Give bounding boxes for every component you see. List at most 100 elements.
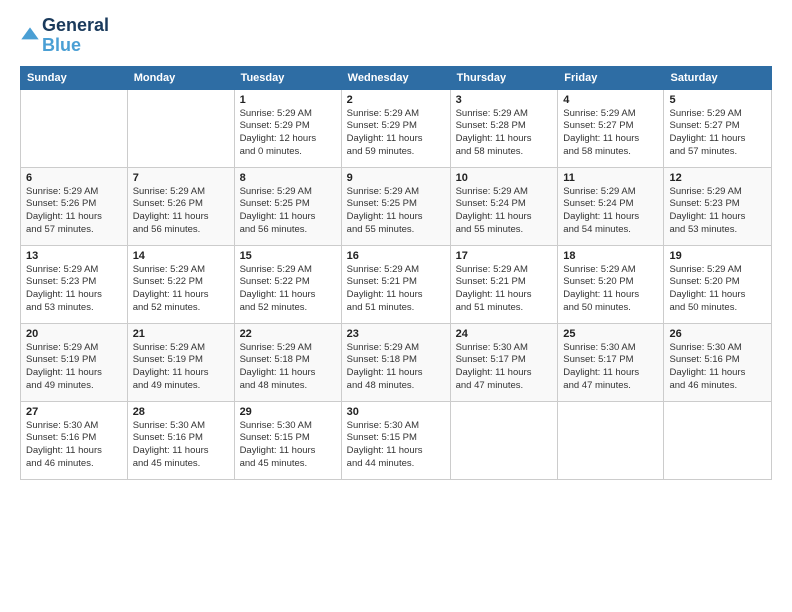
day-number: 8 bbox=[240, 172, 336, 184]
day-number: 15 bbox=[240, 250, 336, 262]
calendar-cell: 11 Sunrise: 5:29 AM Sunset: 5:24 PM Dayli… bbox=[558, 167, 664, 245]
day-number: 25 bbox=[563, 328, 658, 340]
day-number: 26 bbox=[669, 328, 766, 340]
day-number: 18 bbox=[563, 250, 658, 262]
calendar-cell: 14 Sunrise: 5:29 AM Sunset: 5:22 PM Dayli… bbox=[127, 245, 234, 323]
day-number: 23 bbox=[347, 328, 445, 340]
calendar-cell: 27 Sunrise: 5:30 AM Sunset: 5:16 PM Dayli… bbox=[21, 401, 128, 479]
day-number: 17 bbox=[456, 250, 553, 262]
day-number: 28 bbox=[133, 406, 229, 418]
day-number: 19 bbox=[669, 250, 766, 262]
day-info: Sunrise: 5:30 AM Sunset: 5:16 PM Dayligh… bbox=[669, 342, 766, 393]
week-row-4: 27 Sunrise: 5:30 AM Sunset: 5:16 PM Dayli… bbox=[21, 401, 772, 479]
calendar-cell: 22 Sunrise: 5:29 AM Sunset: 5:18 PM Dayli… bbox=[234, 323, 341, 401]
calendar-cell: 1 Sunrise: 5:29 AM Sunset: 5:29 PM Daylig… bbox=[234, 89, 341, 167]
calendar-cell: 5Sunrise: 5:29 AM Sunset: 5:27 PM Daylig… bbox=[664, 89, 772, 167]
day-number: 1 bbox=[240, 94, 336, 106]
day-info: Sunrise: 5:29 AM Sunset: 5:26 PM Dayligh… bbox=[26, 186, 122, 237]
day-number: 22 bbox=[240, 328, 336, 340]
day-number: 4 bbox=[563, 94, 658, 106]
day-info: Sunrise: 5:30 AM Sunset: 5:15 PM Dayligh… bbox=[240, 420, 336, 471]
day-info: Sunrise: 5:29 AM Sunset: 5:25 PM Dayligh… bbox=[347, 186, 445, 237]
col-header-thursday: Thursday bbox=[450, 66, 558, 89]
calendar-cell: 18 Sunrise: 5:29 AM Sunset: 5:20 PM Dayli… bbox=[558, 245, 664, 323]
day-info: Sunrise: 5:29 AM Sunset: 5:29 PM Dayligh… bbox=[347, 108, 445, 159]
calendar-cell: 29 Sunrise: 5:30 AM Sunset: 5:15 PM Dayli… bbox=[234, 401, 341, 479]
day-info: Sunrise: 5:29 AM Sunset: 5:29 PM Dayligh… bbox=[240, 108, 336, 159]
day-info: Sunrise: 5:29 AM Sunset: 5:20 PM Dayligh… bbox=[669, 264, 766, 315]
calendar-table: SundayMondayTuesdayWednesdayThursdayFrid… bbox=[20, 66, 772, 480]
day-info: Sunrise: 5:29 AM Sunset: 5:27 PM Dayligh… bbox=[669, 108, 766, 159]
col-header-sunday: Sunday bbox=[21, 66, 128, 89]
week-row-0: 1 Sunrise: 5:29 AM Sunset: 5:29 PM Daylig… bbox=[21, 89, 772, 167]
day-number: 30 bbox=[347, 406, 445, 418]
col-header-tuesday: Tuesday bbox=[234, 66, 341, 89]
calendar-cell: 2 Sunrise: 5:29 AM Sunset: 5:29 PM Daylig… bbox=[341, 89, 450, 167]
day-number: 13 bbox=[26, 250, 122, 262]
calendar-cell: 6 Sunrise: 5:29 AM Sunset: 5:26 PM Daylig… bbox=[21, 167, 128, 245]
calendar-cell: 25Sunrise: 5:30 AM Sunset: 5:17 PM Dayli… bbox=[558, 323, 664, 401]
day-info: Sunrise: 5:30 AM Sunset: 5:15 PM Dayligh… bbox=[347, 420, 445, 471]
calendar-cell: 17Sunrise: 5:29 AM Sunset: 5:21 PM Dayli… bbox=[450, 245, 558, 323]
day-info: Sunrise: 5:30 AM Sunset: 5:17 PM Dayligh… bbox=[456, 342, 553, 393]
day-info: Sunrise: 5:29 AM Sunset: 5:25 PM Dayligh… bbox=[240, 186, 336, 237]
day-info: Sunrise: 5:29 AM Sunset: 5:24 PM Dayligh… bbox=[563, 186, 658, 237]
col-header-monday: Monday bbox=[127, 66, 234, 89]
calendar-cell: 24 Sunrise: 5:30 AM Sunset: 5:17 PM Dayli… bbox=[450, 323, 558, 401]
day-info: Sunrise: 5:29 AM Sunset: 5:20 PM Dayligh… bbox=[563, 264, 658, 315]
week-row-2: 13 Sunrise: 5:29 AM Sunset: 5:23 PM Dayli… bbox=[21, 245, 772, 323]
page-header: General Blue bbox=[20, 16, 772, 56]
calendar-cell: 10 Sunrise: 5:29 AM Sunset: 5:24 PM Dayli… bbox=[450, 167, 558, 245]
calendar-cell: 28 Sunrise: 5:30 AM Sunset: 5:16 PM Dayli… bbox=[127, 401, 234, 479]
day-number: 3 bbox=[456, 94, 553, 106]
day-number: 6 bbox=[26, 172, 122, 184]
day-number: 12 bbox=[669, 172, 766, 184]
calendar-cell: 9 Sunrise: 5:29 AM Sunset: 5:25 PM Daylig… bbox=[341, 167, 450, 245]
day-number: 24 bbox=[456, 328, 553, 340]
day-number: 2 bbox=[347, 94, 445, 106]
day-number: 7 bbox=[133, 172, 229, 184]
day-info: Sunrise: 5:29 AM Sunset: 5:26 PM Dayligh… bbox=[133, 186, 229, 237]
header-row: SundayMondayTuesdayWednesdayThursdayFrid… bbox=[21, 66, 772, 89]
calendar-cell: 26 Sunrise: 5:30 AM Sunset: 5:16 PM Dayli… bbox=[664, 323, 772, 401]
day-info: Sunrise: 5:29 AM Sunset: 5:19 PM Dayligh… bbox=[26, 342, 122, 393]
calendar-cell: 19 Sunrise: 5:29 AM Sunset: 5:20 PM Dayli… bbox=[664, 245, 772, 323]
day-info: Sunrise: 5:29 AM Sunset: 5:24 PM Dayligh… bbox=[456, 186, 553, 237]
calendar-cell: 7 Sunrise: 5:29 AM Sunset: 5:26 PM Daylig… bbox=[127, 167, 234, 245]
day-info: Sunrise: 5:29 AM Sunset: 5:18 PM Dayligh… bbox=[347, 342, 445, 393]
col-header-friday: Friday bbox=[558, 66, 664, 89]
day-number: 16 bbox=[347, 250, 445, 262]
day-info: Sunrise: 5:29 AM Sunset: 5:22 PM Dayligh… bbox=[240, 264, 336, 315]
day-info: Sunrise: 5:30 AM Sunset: 5:16 PM Dayligh… bbox=[133, 420, 229, 471]
day-number: 9 bbox=[347, 172, 445, 184]
day-number: 14 bbox=[133, 250, 229, 262]
day-info: Sunrise: 5:29 AM Sunset: 5:21 PM Dayligh… bbox=[347, 264, 445, 315]
day-info: Sunrise: 5:29 AM Sunset: 5:28 PM Dayligh… bbox=[456, 108, 553, 159]
col-header-saturday: Saturday bbox=[664, 66, 772, 89]
day-info: Sunrise: 5:30 AM Sunset: 5:16 PM Dayligh… bbox=[26, 420, 122, 471]
calendar-cell: 30 Sunrise: 5:30 AM Sunset: 5:15 PM Dayli… bbox=[341, 401, 450, 479]
day-number: 27 bbox=[26, 406, 122, 418]
day-number: 21 bbox=[133, 328, 229, 340]
day-info: Sunrise: 5:29 AM Sunset: 5:23 PM Dayligh… bbox=[669, 186, 766, 237]
day-number: 29 bbox=[240, 406, 336, 418]
day-info: Sunrise: 5:29 AM Sunset: 5:18 PM Dayligh… bbox=[240, 342, 336, 393]
calendar-cell bbox=[664, 401, 772, 479]
calendar-cell: 4Sunrise: 5:29 AM Sunset: 5:27 PM Daylig… bbox=[558, 89, 664, 167]
day-number: 11 bbox=[563, 172, 658, 184]
col-header-wednesday: Wednesday bbox=[341, 66, 450, 89]
week-row-3: 20 Sunrise: 5:29 AM Sunset: 5:19 PM Dayli… bbox=[21, 323, 772, 401]
day-info: Sunrise: 5:29 AM Sunset: 5:23 PM Dayligh… bbox=[26, 264, 122, 315]
calendar-cell: 3 Sunrise: 5:29 AM Sunset: 5:28 PM Daylig… bbox=[450, 89, 558, 167]
calendar-cell bbox=[127, 89, 234, 167]
day-info: Sunrise: 5:29 AM Sunset: 5:22 PM Dayligh… bbox=[133, 264, 229, 315]
day-number: 10 bbox=[456, 172, 553, 184]
calendar-cell: 12 Sunrise: 5:29 AM Sunset: 5:23 PM Dayli… bbox=[664, 167, 772, 245]
calendar-cell: 21 Sunrise: 5:29 AM Sunset: 5:19 PM Dayli… bbox=[127, 323, 234, 401]
calendar-cell: 20 Sunrise: 5:29 AM Sunset: 5:19 PM Dayli… bbox=[21, 323, 128, 401]
calendar-cell bbox=[558, 401, 664, 479]
logo: General Blue bbox=[20, 16, 109, 56]
calendar-cell: 16 Sunrise: 5:29 AM Sunset: 5:21 PM Dayli… bbox=[341, 245, 450, 323]
day-info: Sunrise: 5:29 AM Sunset: 5:19 PM Dayligh… bbox=[133, 342, 229, 393]
day-number: 20 bbox=[26, 328, 122, 340]
